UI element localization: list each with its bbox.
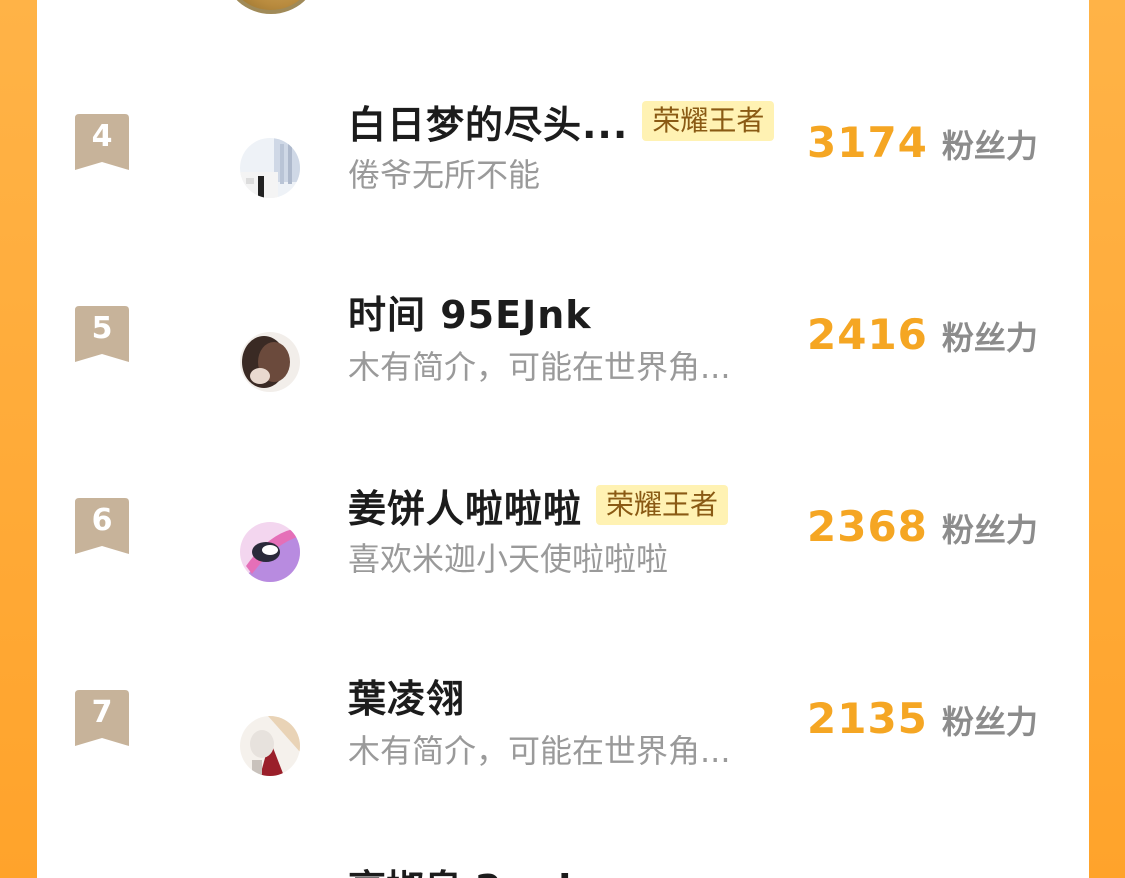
fan-score: 2135 粉丝力 <box>807 694 1038 743</box>
score-value: 2416 <box>807 310 928 359</box>
next-row-partial-name[interactable]: 亮椒皂 2... k <box>348 858 583 878</box>
user-intro: 倦爷无所不能 <box>348 156 541 194</box>
fan-score: 2368 粉丝力 <box>807 502 1038 551</box>
leaderboard-row[interactable]: 6 姜饼人啦啦啦 荣耀王者 喜欢米迦小天使啦啦啦 2368 粉丝力 <box>37 454 1089 594</box>
name-line: 时间 95EJnk <box>348 284 592 339</box>
score-unit: 粉丝力 <box>941 319 1038 357</box>
leaderboard-row[interactable]: 7 葉凌翎 木有简介，可能在世界角... 2135 粉丝力 <box>37 646 1089 786</box>
avatar[interactable] <box>240 138 300 198</box>
rank-ribbon-icon: 5 <box>75 306 129 362</box>
user-name[interactable]: 姜饼人啦啦啦 <box>348 478 582 533</box>
avatar[interactable] <box>240 522 300 582</box>
avatar[interactable] <box>240 332 300 392</box>
user-name[interactable]: 时间 95EJnk <box>348 284 592 339</box>
user-intro: 木有简介，可能在世界角... <box>348 732 731 770</box>
fan-score: 3174 粉丝力 <box>807 118 1038 167</box>
rank-ribbon-icon: 6 <box>75 498 129 554</box>
name-line: 葉凌翎 <box>348 668 465 723</box>
name-line: 姜饼人啦啦啦 荣耀王者 <box>348 478 729 533</box>
leaderboard-card: 4 白日梦的尽头... 荣耀王者 倦爷无所不能 3174 粉丝力 5 时间 95… <box>37 0 1089 878</box>
user-name[interactable]: 白日梦的尽头... <box>348 94 628 149</box>
leaderboard-row[interactable]: 5 时间 95EJnk 木有简介，可能在世界角... 2416 粉丝力 <box>37 262 1089 402</box>
rank-number: 4 <box>91 119 113 154</box>
user-intro: 喜欢米迦小天使啦啦啦 <box>348 540 669 578</box>
name-line: 白日梦的尽头... 荣耀王者 <box>348 94 775 149</box>
leaderboard-row[interactable]: 4 白日梦的尽头... 荣耀王者 倦爷无所不能 3174 粉丝力 <box>37 70 1089 210</box>
user-intro: 木有简介，可能在世界角... <box>348 348 731 386</box>
rank-ribbon-icon: 7 <box>75 690 129 746</box>
score-value: 2135 <box>807 694 928 743</box>
rank-number: 6 <box>91 503 113 538</box>
user-name[interactable]: 葉凌翎 <box>348 668 465 723</box>
rank-tag: 荣耀王者 <box>642 101 775 141</box>
score-unit: 粉丝力 <box>941 511 1038 549</box>
score-unit: 粉丝力 <box>941 703 1038 741</box>
rank-number: 7 <box>91 695 113 730</box>
score-value: 2368 <box>807 502 928 551</box>
rank-number: 5 <box>91 311 113 346</box>
rank-ribbon-icon: 4 <box>75 114 129 170</box>
top-rank-avatar[interactable] <box>225 0 317 14</box>
avatar[interactable] <box>240 716 300 776</box>
score-value: 3174 <box>807 118 928 167</box>
score-unit: 粉丝力 <box>941 127 1038 165</box>
rank-tag: 荣耀王者 <box>596 485 729 525</box>
fan-score: 2416 粉丝力 <box>807 310 1038 359</box>
